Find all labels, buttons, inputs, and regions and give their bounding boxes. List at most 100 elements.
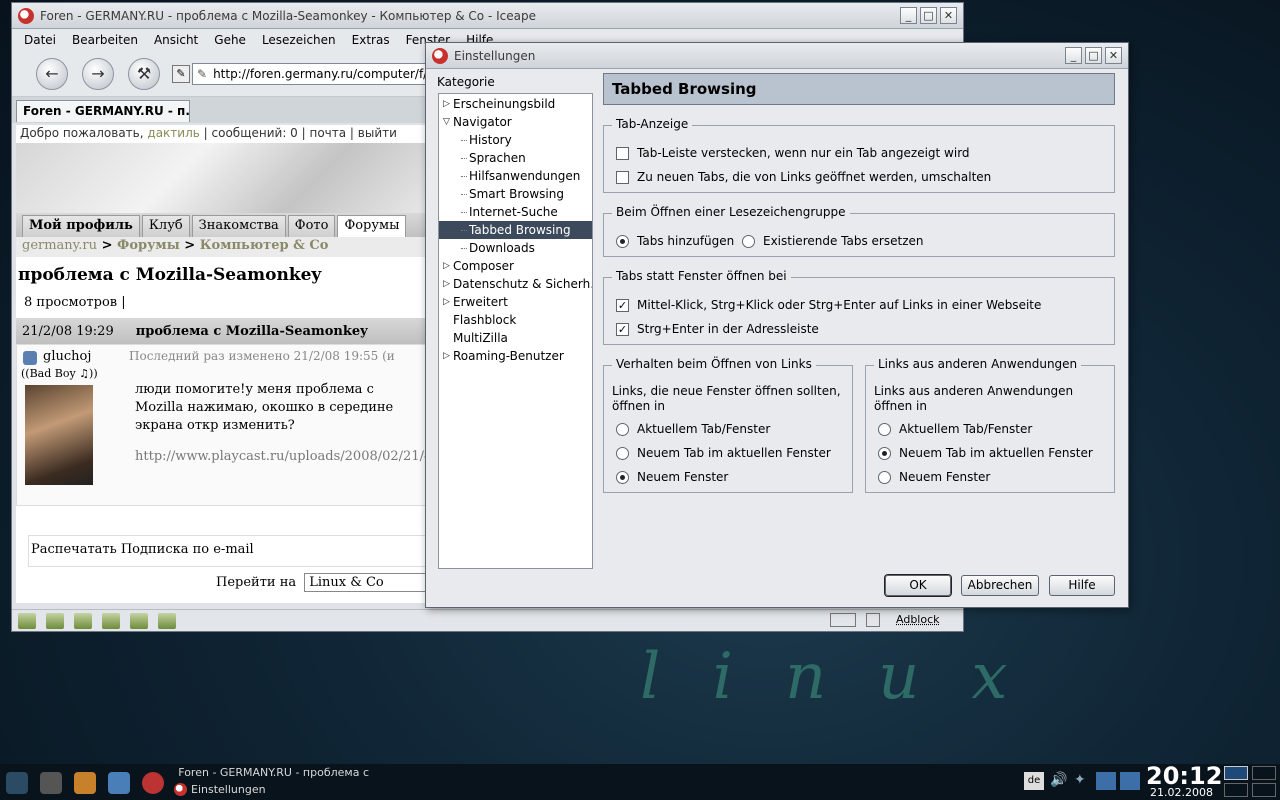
crumb-home[interactable]: germany.ru [22, 238, 97, 253]
menu-bearbeiten[interactable]: Bearbeiten [64, 33, 146, 47]
post-author[interactable]: gluchoj [43, 349, 91, 364]
hide-tabbar-checkbox[interactable]: Tab-Leiste verstecken, wenn nur ein Tab … [616, 146, 970, 160]
crumb-forums[interactable]: Форумы [117, 238, 180, 253]
radio-selected-icon[interactable] [616, 470, 629, 484]
links-current-radio[interactable]: Aktuellem Tab/Fenster [616, 422, 770, 436]
composer-icon[interactable] [74, 612, 92, 629]
tree-item-roaming[interactable]: ▷ Roaming-Benutzer [439, 347, 592, 365]
checkbox-unchecked-icon[interactable] [616, 170, 629, 184]
terminal-icon[interactable] [40, 772, 62, 794]
mail-icon[interactable] [46, 612, 64, 629]
addressbook-icon[interactable] [102, 612, 120, 629]
goto-select[interactable]: Linux & Co [304, 573, 426, 592]
tree-item-sprachen[interactable]: Sprachen [439, 149, 592, 167]
radio-unselected-icon[interactable] [878, 470, 891, 484]
tree-item-downloads[interactable]: Downloads [439, 239, 592, 257]
links-new-window-radio[interactable]: Neuem Fenster [616, 470, 728, 484]
tree-item-multizilla[interactable]: MultiZilla [439, 329, 592, 347]
post-link[interactable]: http://www.playcast.ru/uploads/2008/02/2… [135, 449, 426, 464]
middle-click-checkbox[interactable]: ✓ Mittel-Klick, Strg+Klick oder Strg+Ent… [616, 298, 1041, 312]
external-new-tab-radio[interactable]: Neuem Tab im aktuellen Fenster [878, 446, 1093, 460]
tree-item-composer[interactable]: ▷ Composer [439, 257, 592, 275]
checkbox-checked-icon[interactable]: ✓ [616, 322, 629, 336]
radio-unselected-icon[interactable] [742, 234, 755, 248]
file-manager-icon[interactable] [74, 772, 96, 794]
settings-icon[interactable] [108, 772, 130, 794]
desktop-pager-1[interactable] [1224, 766, 1248, 780]
external-current-radio[interactable]: Aktuellem Tab/Fenster [878, 422, 1032, 436]
tree-item-flashblock[interactable]: Flashblock [439, 311, 592, 329]
browser-tab[interactable]: Foren - GERMANY.RU - п... [16, 100, 190, 122]
tree-item-erscheinungsbild[interactable]: ▷ Erscheinungsbild [439, 95, 592, 113]
cancel-button[interactable]: Abbrechen [961, 575, 1039, 596]
expand-triangle-icon[interactable]: ▷ [443, 275, 450, 293]
radio-selected-icon[interactable] [616, 234, 629, 248]
expand-triangle-icon[interactable]: ▷ [443, 95, 450, 113]
switch-new-tabs-checkbox[interactable]: Zu neuen Tabs, die von Links geöffnet we… [616, 170, 991, 184]
tree-item-internet-suche[interactable]: Internet-Suche [439, 203, 592, 221]
tree-item-tabbed-browsing[interactable]: Tabbed Browsing [439, 221, 592, 239]
minimize-button[interactable]: _ [1065, 47, 1082, 64]
kde-menu-icon[interactable] [6, 772, 28, 794]
ok-button[interactable]: OK [885, 575, 951, 596]
keyboard-layout[interactable]: de [1024, 772, 1044, 790]
checkbox-unchecked-icon[interactable] [616, 146, 629, 160]
cookie-icon[interactable] [158, 612, 176, 629]
site-tab-club[interactable]: Клуб [141, 215, 190, 237]
forward-arrow-icon[interactable]: → [82, 57, 114, 90]
url-input[interactable]: ✎ http://foren.germany.ru/computer/f/ [192, 62, 452, 85]
site-tab-profile[interactable]: Мой профиль [22, 215, 140, 237]
collapse-triangle-icon[interactable]: ▽ [443, 113, 450, 131]
ctrl-enter-checkbox[interactable]: ✓ Strg+Enter in der Adressleiste [616, 322, 819, 336]
irc-icon[interactable] [130, 612, 148, 629]
tree-item-erweitert[interactable]: ▷ Erweitert [439, 293, 592, 311]
menu-datei[interactable]: Datei [16, 33, 64, 47]
help-button[interactable]: Hilfe [1049, 575, 1115, 596]
radio-unselected-icon[interactable] [878, 422, 891, 436]
minimize-button[interactable]: _ [900, 7, 917, 24]
radio-unselected-icon[interactable] [616, 422, 629, 436]
username-link[interactable]: дактиль [147, 126, 199, 140]
menu-extras[interactable]: Extras [344, 33, 398, 47]
tree-item-smart-browsing[interactable]: Smart Browsing [439, 185, 592, 203]
adblock-label[interactable]: Adblock [896, 613, 940, 626]
links-new-tab-radio[interactable]: Neuem Tab im aktuellen Fenster [616, 446, 831, 460]
post-footer-links[interactable]: Распечатать Подписка по e-mail [28, 535, 426, 567]
network-icon[interactable] [1096, 772, 1116, 790]
bookmark-icon[interactable]: ✎ [172, 64, 190, 83]
desktop-pager-2[interactable] [1252, 766, 1276, 780]
replace-tabs-radio[interactable]: Existierende Tabs ersetzen [742, 234, 924, 248]
volume-icon[interactable]: 🔊 [1050, 772, 1068, 790]
tree-item-hilfsanwendungen[interactable]: Hilfsanwendungen [439, 167, 592, 185]
add-tabs-radio[interactable]: Tabs hinzufügen [616, 234, 734, 248]
menu-lesezeichen[interactable]: Lesezeichen [254, 33, 344, 47]
radio-unselected-icon[interactable] [616, 446, 629, 460]
network-icon-2[interactable] [1120, 772, 1140, 790]
wrench-icon[interactable]: ⚒ [128, 57, 160, 90]
maximize-button[interactable]: □ [920, 7, 937, 24]
bluetooth-icon[interactable]: ✦ [1074, 772, 1090, 790]
tree-item-datenschutz[interactable]: ▷ Datenschutz & Sicherh… [439, 275, 592, 293]
site-tab-photo[interactable]: Фото [287, 215, 336, 237]
desktop-pager-3[interactable] [1224, 783, 1248, 797]
desktop-pager-4[interactable] [1252, 783, 1276, 797]
checkbox-checked-icon[interactable]: ✓ [616, 298, 629, 312]
menu-gehe[interactable]: Gehe [206, 33, 254, 47]
expand-triangle-icon[interactable]: ▷ [443, 347, 450, 365]
prefs-titlebar[interactable]: Einstellungen _ □ ✕ [426, 43, 1128, 69]
back-arrow-icon[interactable]: ← [36, 57, 68, 90]
user-links[interactable]: | сообщений: 0 | почта | выйти [204, 126, 397, 140]
maximize-button[interactable]: □ [1085, 47, 1102, 64]
task-preferences[interactable]: Einstellungen [174, 783, 369, 796]
menu-ansicht[interactable]: Ansicht [146, 33, 206, 47]
navigator-icon[interactable] [18, 612, 36, 629]
tree-item-navigator[interactable]: ▽ Navigator [439, 113, 592, 131]
crumb-section[interactable]: Компьютер & Co [200, 238, 329, 253]
iceape-icon[interactable] [142, 772, 164, 794]
browser-titlebar[interactable]: Foren - GERMANY.RU - проблема с Mozilla-… [12, 3, 963, 29]
expand-triangle-icon[interactable]: ▷ [443, 293, 450, 311]
radio-selected-icon[interactable] [878, 446, 891, 460]
external-new-window-radio[interactable]: Neuem Fenster [878, 470, 990, 484]
task-browser[interactable]: Foren - GERMANY.RU - проблема с [174, 766, 369, 779]
site-tab-dating[interactable]: Знакомства [191, 215, 286, 237]
